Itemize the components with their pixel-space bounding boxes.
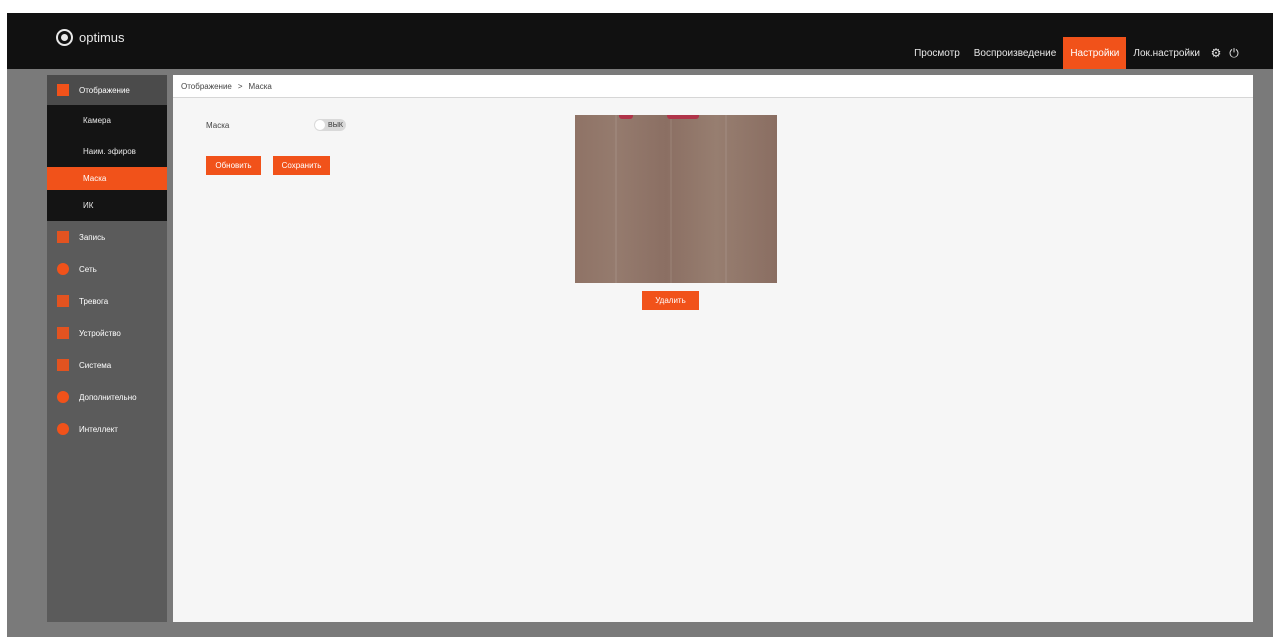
alarm-icon [57, 295, 69, 307]
sidebar-item-alarm[interactable]: Тревога [47, 285, 167, 317]
sidebar: Отображение Камера Наим. эфиров Маска ИК… [47, 75, 167, 622]
sidebar-item-device[interactable]: Устройство [47, 317, 167, 349]
mask-toggle-text: ВЫК [328, 121, 343, 129]
breadcrumb: Отображение > Маска [173, 75, 1253, 98]
sidebar-item-ir[interactable]: ИК [47, 190, 167, 221]
sidebar-section-display[interactable]: Отображение [47, 75, 167, 105]
record-icon [57, 231, 69, 243]
sidebar-item-record[interactable]: Запись [47, 221, 167, 253]
sidebar-item-intelligence[interactable]: Интеллект [47, 413, 167, 445]
logo-icon [56, 28, 73, 46]
refresh-button[interactable]: Обновить [206, 156, 261, 175]
sidebar-item-system[interactable]: Система [47, 349, 167, 381]
mask-toggle[interactable]: ВЫК [314, 119, 346, 131]
sidebar-sub-list: Камера Наим. эфиров Маска ИК [47, 105, 167, 221]
breadcrumb-root[interactable]: Отображение [181, 82, 232, 91]
nav-settings[interactable]: Настройки [1063, 37, 1127, 69]
sidebar-item-mask[interactable]: Маска [47, 167, 167, 190]
preview-texture [615, 115, 617, 283]
sidebar-item-stream-names[interactable]: Наим. эфиров [47, 136, 167, 167]
clear-button[interactable]: Удалить [642, 291, 699, 310]
preview-texture [670, 115, 672, 283]
power-icon[interactable]: ⏻ [1225, 37, 1243, 69]
main-content: Отображение > Маска Маска ВЫК Обновить С… [173, 75, 1253, 622]
sidebar-item-network[interactable]: Сеть [47, 253, 167, 285]
sidebar-item-label: Интеллект [79, 424, 118, 434]
preview-mark [619, 115, 633, 119]
sidebar-item-label: Дополнительно [79, 392, 137, 402]
sidebar-section-label: Отображение [79, 85, 130, 95]
mask-label: Маска [206, 120, 230, 130]
sidebar-item-label: Запись [79, 232, 106, 242]
display-icon [57, 84, 69, 96]
intelligence-icon [57, 423, 69, 435]
logo: optimus [56, 27, 125, 47]
top-navigation: Просмотр Воспроизведение Настройки Лок.н… [907, 37, 1243, 69]
sidebar-item-label: Устройство [79, 328, 121, 338]
breadcrumb-separator: > [237, 81, 243, 91]
gear-icon[interactable]: ⚙ [1207, 37, 1225, 69]
nav-playback[interactable]: Воспроизведение [967, 37, 1064, 69]
top-bar: optimus Просмотр Воспроизведение Настрой… [7, 13, 1273, 69]
sidebar-item-label: Система [79, 360, 112, 370]
preview-mark [667, 115, 699, 119]
save-button[interactable]: Сохранить [273, 156, 330, 175]
system-icon [57, 359, 69, 371]
nav-local-settings[interactable]: Лок.настройки [1126, 37, 1207, 69]
preview-texture [725, 115, 727, 283]
advanced-icon [57, 391, 69, 403]
breadcrumb-current: Маска [248, 81, 272, 91]
nav-live-view[interactable]: Просмотр [907, 37, 967, 69]
sidebar-item-advanced[interactable]: Дополнительно [47, 381, 167, 413]
sidebar-item-label: Тревога [79, 296, 109, 306]
logo-text: optimus [79, 29, 125, 45]
network-icon [57, 263, 69, 275]
mask-setting-row: Маска ВЫК [206, 119, 346, 131]
sidebar-item-camera[interactable]: Камера [47, 105, 167, 136]
sidebar-item-label: Сеть [79, 264, 97, 274]
camera-preview[interactable] [575, 115, 777, 283]
device-icon [57, 327, 69, 339]
